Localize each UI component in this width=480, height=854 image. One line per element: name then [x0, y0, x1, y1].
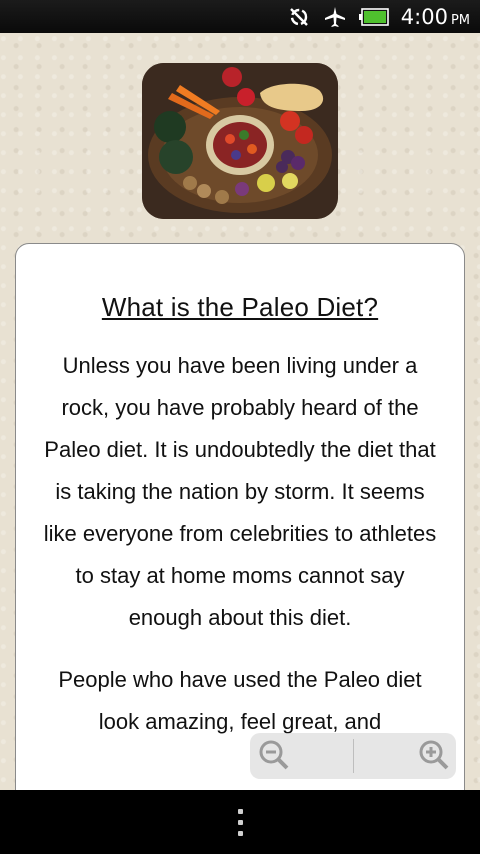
airplane-mode-icon: [323, 5, 347, 29]
article-paragraph: People who have used the Paleo diet look…: [58, 667, 422, 734]
zoom-divider: [352, 739, 354, 773]
clock-ampm: PM: [450, 12, 470, 28]
screen: 4:00 PM What is the Paleo Diet? Unless y…: [0, 0, 480, 854]
article-view[interactable]: What is the Paleo Diet? Unless you have …: [0, 33, 480, 790]
status-time: 4:00 PM: [401, 5, 470, 29]
clock-time: 4:00: [400, 4, 448, 29]
navigation-bar: [0, 790, 480, 854]
zoom-controls: [250, 733, 456, 779]
article-card: What is the Paleo Diet? Unless you have …: [15, 243, 465, 790]
paleo-food-image: [142, 63, 338, 219]
article-paragraph: Unless you have been living under a rock…: [43, 353, 437, 630]
status-bar: 4:00 PM: [0, 0, 480, 33]
menu-icon[interactable]: [237, 808, 243, 836]
battery-icon: [358, 7, 389, 26]
sync-off-icon: [287, 5, 311, 29]
zoom-out-icon[interactable]: [256, 737, 290, 775]
zoom-in-icon[interactable]: [416, 737, 450, 775]
article-title: What is the Paleo Diet?: [101, 292, 379, 322]
